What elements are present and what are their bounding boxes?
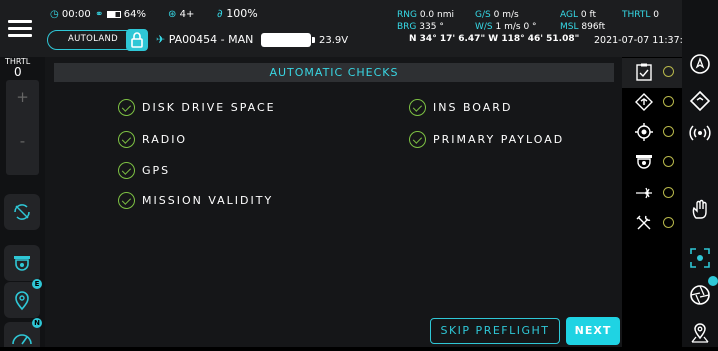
check-mission-validity: MISSION VALIDITY [118,192,273,209]
aperture-badge [708,276,718,286]
drone-diamond-icon [635,93,653,111]
check-gps: GPS [118,162,170,179]
throttle-slider[interactable]: + - [6,80,39,175]
bearing-readout: BRG 335 ° [397,22,444,32]
payload-camera-button[interactable] [4,245,40,281]
check-primary-payload: PRIMARY PAYLOAD [409,131,564,148]
checklist-icon [636,63,652,81]
drone-diamond-icon[interactable] [688,89,712,113]
voltage: 23.9V [319,35,349,46]
target-icon [635,123,653,141]
drone-link-icon: ⚭ [95,9,104,20]
hand-stop-icon[interactable] [688,198,712,222]
light-burst-icon [636,187,652,199]
flight-timer: ◷ 00:00 [50,9,91,20]
status-indicator [663,156,674,167]
tools-icon [636,215,651,230]
throttle-value: 0 [14,65,22,79]
signal-status: ⊛ 4+ [168,9,195,20]
check-circle-icon [118,162,135,179]
battery-status: ⚭ 64% [95,9,146,20]
check-radio: RADIO [118,131,187,148]
throttle-readout: THRTL 0 [622,10,659,20]
badge-e: E [32,279,42,289]
clock-icon: ◷ [50,9,59,20]
focus-frame-icon[interactable] [688,246,712,270]
map-pin-icon[interactable] [688,320,712,344]
return-arrows-icon [14,204,30,220]
radio-broadcast-icon[interactable] [688,121,712,145]
throttle-minus-button[interactable]: - [6,132,39,150]
main-battery-bar [261,33,315,47]
airplane-icon: ✈ [156,33,166,46]
status-indicator [663,217,674,228]
camera-dome-icon [636,155,652,169]
checklist-item-target[interactable] [622,118,682,148]
ground-speed-readout: G/S 0 m/s [475,10,519,20]
status-indicator [663,126,674,137]
next-button[interactable]: NEXT [566,317,620,345]
check-disk-drive-space: DISK DRIVE SPACE [118,99,276,116]
camera-dome-icon [14,256,30,271]
link-status: ∂ 100% [217,7,258,20]
range-readout: RNG 0.0 nmi [397,10,454,20]
check-circle-icon [118,99,135,116]
agl-readout: AGL 0 ft [560,10,597,20]
compass-icon[interactable] [688,52,712,76]
checklist-item-automatic[interactable] [622,58,682,88]
wind-speed-readout: W/S 1 m/s 0 ° [475,22,537,32]
return-home-button[interactable] [4,194,40,230]
date-time: 2021-07-07 11:37:28 [594,35,695,46]
check-circle-icon [118,131,135,148]
status-indicator [663,187,674,198]
msl-readout: MSL 896ft [560,22,606,32]
aircraft-id: ✈ PA00454 - MAN [156,33,254,46]
check-circle-icon [409,131,426,148]
checklist-item-aircraft[interactable] [622,88,682,118]
menu-icon[interactable] [8,20,32,38]
checklist-item-lights[interactable] [622,179,682,209]
check-ins-board: INS BOARD [409,99,512,116]
aperture-icon[interactable] [688,283,712,307]
satellite-icon: ⊛ [168,9,177,20]
link-icon: ∂ [217,7,223,20]
lock-button[interactable] [126,29,148,51]
throttle-plus-button[interactable]: + [6,88,39,106]
status-indicator [663,96,674,107]
checklist-item-maintenance[interactable] [622,209,682,239]
gps-coordinates: N 34° 17' 6.47" W 118° 46' 51.08" [409,34,580,44]
check-circle-icon [118,192,135,209]
skip-preflight-button[interactable]: SKIP PREFLIGHT [430,318,560,344]
battery-icon [106,10,121,18]
check-circle-icon [409,99,426,116]
lock-icon [131,32,143,48]
badge-n: N [32,318,42,328]
checklist-item-payload[interactable] [622,148,682,178]
panel-title: AUTOMATIC CHECKS [54,63,614,82]
status-indicator [663,66,674,77]
